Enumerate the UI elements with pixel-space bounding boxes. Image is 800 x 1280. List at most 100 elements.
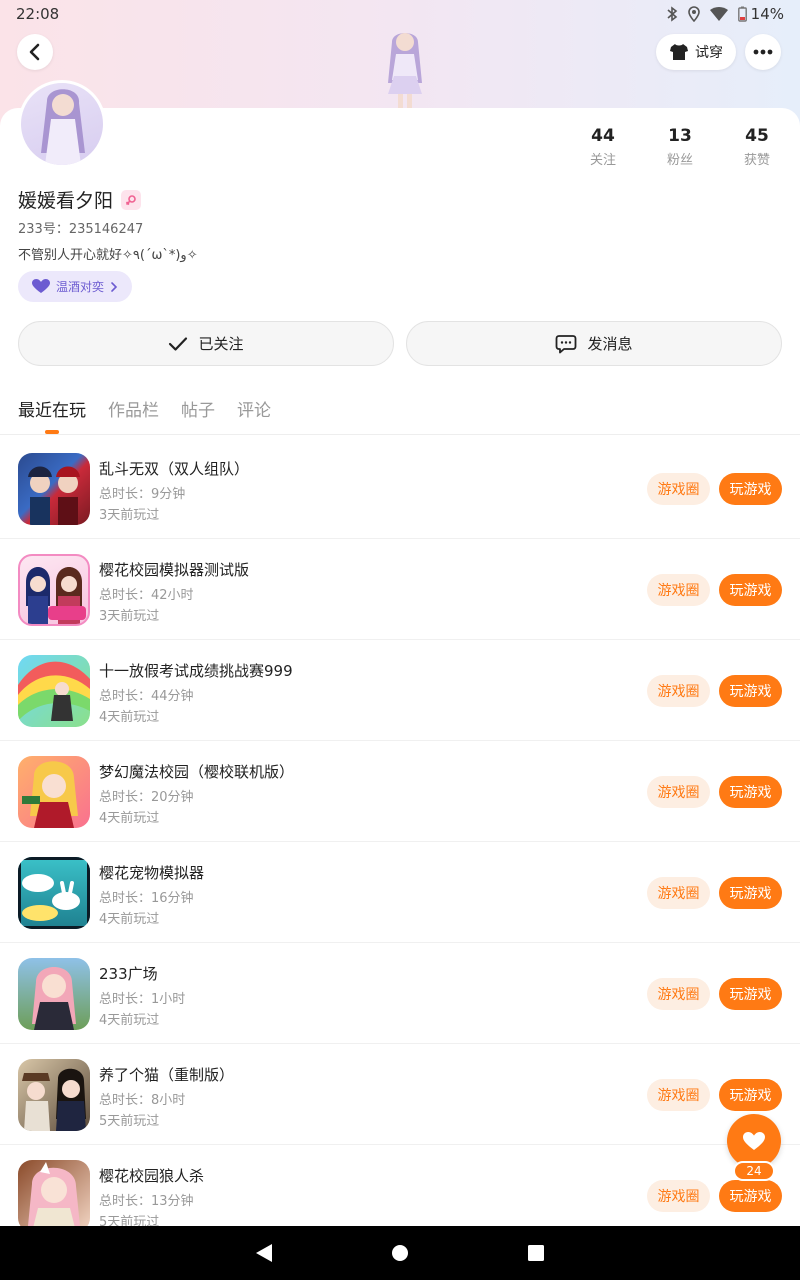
game-last-played: 3天前玩过 bbox=[99, 609, 160, 624]
profile-tabs: 最近在玩 作品栏 帖子 评论 bbox=[18, 396, 271, 434]
game-row[interactable]: 樱花校园模拟器测试版 总时长：42小时 3天前玩过 游戏圈 玩游戏 bbox=[0, 539, 800, 640]
game-circle-button[interactable]: 游戏圈 bbox=[647, 1180, 710, 1212]
chat-bubble-icon bbox=[556, 334, 577, 353]
game-title: 十一放假考试成绩挑战赛999 bbox=[99, 662, 293, 680]
game-duration: 总时长：42小时 bbox=[99, 588, 194, 603]
avatar[interactable] bbox=[18, 80, 106, 168]
status-time: 22:08 bbox=[16, 5, 60, 23]
game-icon-plaza bbox=[18, 958, 90, 1030]
game-circle-button[interactable]: 游戏圈 bbox=[647, 473, 710, 505]
stat-likes[interactable]: 45 获赞 bbox=[727, 126, 787, 168]
bluetooth-icon bbox=[667, 6, 677, 22]
avatar-figure-image bbox=[388, 33, 422, 108]
system-navigation-bar bbox=[0, 1226, 800, 1280]
tab-works[interactable]: 作品栏 bbox=[108, 396, 159, 434]
stat-value: 45 bbox=[745, 126, 769, 146]
play-game-button[interactable]: 玩游戏 bbox=[719, 1079, 782, 1111]
game-row[interactable]: 233广场 总时长：1小时 4天前玩过 游戏圈 玩游戏 bbox=[0, 943, 800, 1044]
stat-label: 获赞 bbox=[743, 153, 770, 168]
game-duration: 总时长：13分钟 bbox=[99, 1194, 194, 1209]
tshirt-icon bbox=[670, 44, 688, 60]
relationship-tag[interactable]: 温酒对奕 bbox=[18, 271, 133, 302]
battery-percent: 14% bbox=[750, 5, 784, 23]
game-title: 233广场 bbox=[99, 965, 158, 983]
chevron-right-icon bbox=[111, 281, 118, 292]
game-last-played: 4天前玩过 bbox=[99, 912, 160, 927]
game-row[interactable]: 十一放假考试成绩挑战赛999 总时长：44分钟 4天前玩过 游戏圈 玩游戏 bbox=[0, 640, 800, 741]
tabs-divider bbox=[0, 434, 800, 435]
game-icon-exam bbox=[18, 655, 90, 727]
chevron-left-icon bbox=[29, 43, 40, 61]
game-duration: 总时长：20分钟 bbox=[99, 790, 194, 805]
game-icon-magic bbox=[18, 756, 90, 828]
play-game-button[interactable]: 玩游戏 bbox=[719, 776, 782, 808]
play-game-button[interactable]: 玩游戏 bbox=[719, 473, 782, 505]
back-button[interactable] bbox=[17, 34, 53, 70]
female-gender-icon bbox=[121, 189, 142, 210]
game-circle-button[interactable]: 游戏圈 bbox=[647, 675, 710, 707]
play-game-button[interactable]: 玩游戏 bbox=[719, 1180, 782, 1212]
location-icon bbox=[687, 6, 700, 22]
stat-followers[interactable]: 13 粉丝 bbox=[650, 126, 710, 168]
game-icon-sakura-test bbox=[18, 554, 90, 626]
avatar-image bbox=[41, 89, 85, 165]
user-id: 233号：235146247 bbox=[18, 222, 144, 237]
tab-recently-played[interactable]: 最近在玩 bbox=[18, 396, 86, 434]
followed-button[interactable]: 已关注 bbox=[18, 321, 394, 366]
play-game-button[interactable]: 玩游戏 bbox=[719, 574, 782, 606]
more-dots-icon bbox=[753, 49, 773, 55]
game-row[interactable]: 乱斗无双（双人组队） 总时长：9分钟 3天前玩过 游戏圈 玩游戏 bbox=[0, 438, 800, 539]
game-row[interactable]: 樱花宠物模拟器 总时长：16分钟 4天前玩过 游戏圈 玩游戏 bbox=[0, 842, 800, 943]
send-message-label: 发消息 bbox=[587, 335, 633, 353]
home-circle-icon[interactable] bbox=[391, 1244, 409, 1262]
game-duration: 总时长：44分钟 bbox=[99, 689, 194, 704]
game-last-played: 3天前玩过 bbox=[99, 508, 160, 523]
game-row[interactable]: 梦幻魔法校园（樱校联机版） 总时长：20分钟 4天前玩过 游戏圈 玩游戏 bbox=[0, 741, 800, 842]
followed-label: 已关注 bbox=[198, 335, 244, 353]
more-options-button[interactable] bbox=[745, 34, 781, 70]
stat-label: 粉丝 bbox=[666, 153, 693, 168]
game-icon-pet bbox=[18, 857, 90, 929]
game-icon-cat bbox=[18, 1059, 90, 1131]
game-title: 樱花宠物模拟器 bbox=[99, 864, 205, 882]
like-button[interactable] bbox=[727, 1114, 781, 1168]
game-duration: 总时长：9分钟 bbox=[99, 487, 186, 502]
game-duration: 总时长：8小时 bbox=[99, 1093, 186, 1108]
game-title: 樱花校园狼人杀 bbox=[99, 1167, 205, 1185]
game-icon-werewolf bbox=[18, 1160, 90, 1232]
game-circle-button[interactable]: 游戏圈 bbox=[647, 1079, 710, 1111]
try-on-button[interactable]: 试穿 bbox=[656, 34, 736, 70]
game-duration: 总时长：1小时 bbox=[99, 992, 186, 1007]
game-circle-button[interactable]: 游戏圈 bbox=[647, 978, 710, 1010]
game-last-played: 5天前玩过 bbox=[99, 1114, 160, 1129]
back-triangle-icon[interactable] bbox=[255, 1243, 273, 1263]
game-title: 乱斗无双（双人组队） bbox=[99, 460, 250, 478]
tab-comments[interactable]: 评论 bbox=[237, 396, 271, 434]
game-last-played: 4天前玩过 bbox=[99, 1013, 160, 1028]
checkmark-icon bbox=[169, 336, 188, 351]
like-count-badge: 24 bbox=[733, 1161, 775, 1181]
status-bar: 22:08 14% bbox=[0, 0, 800, 28]
user-bio: 不管别人开心就好✧٩(ˊωˋ*)و✧ bbox=[18, 248, 198, 263]
wifi-icon bbox=[709, 7, 728, 21]
game-circle-button[interactable]: 游戏圈 bbox=[647, 776, 710, 808]
stat-following[interactable]: 44 关注 bbox=[573, 126, 633, 168]
play-game-button[interactable]: 玩游戏 bbox=[719, 978, 782, 1010]
game-title: 樱花校园模拟器测试版 bbox=[99, 561, 250, 579]
game-last-played: 4天前玩过 bbox=[99, 811, 160, 826]
play-game-button[interactable]: 玩游戏 bbox=[719, 877, 782, 909]
game-title: 梦幻魔法校园（樱校联机版） bbox=[99, 763, 295, 781]
tab-posts[interactable]: 帖子 bbox=[181, 396, 215, 434]
recents-square-icon[interactable] bbox=[527, 1244, 545, 1262]
game-row[interactable]: 养了个猫（重制版） 总时长：8小时 5天前玩过 游戏圈 玩游戏 bbox=[0, 1044, 800, 1145]
game-duration: 总时长：16分钟 bbox=[99, 891, 194, 906]
stat-label: 关注 bbox=[589, 153, 616, 168]
game-circle-button[interactable]: 游戏圈 bbox=[647, 877, 710, 909]
game-circle-button[interactable]: 游戏圈 bbox=[647, 574, 710, 606]
stat-value: 44 bbox=[591, 126, 615, 146]
game-icon-brawl bbox=[18, 453, 90, 525]
stat-value: 13 bbox=[668, 126, 692, 146]
heart-icon bbox=[32, 279, 50, 293]
send-message-button[interactable]: 发消息 bbox=[406, 321, 782, 366]
play-game-button[interactable]: 玩游戏 bbox=[719, 675, 782, 707]
